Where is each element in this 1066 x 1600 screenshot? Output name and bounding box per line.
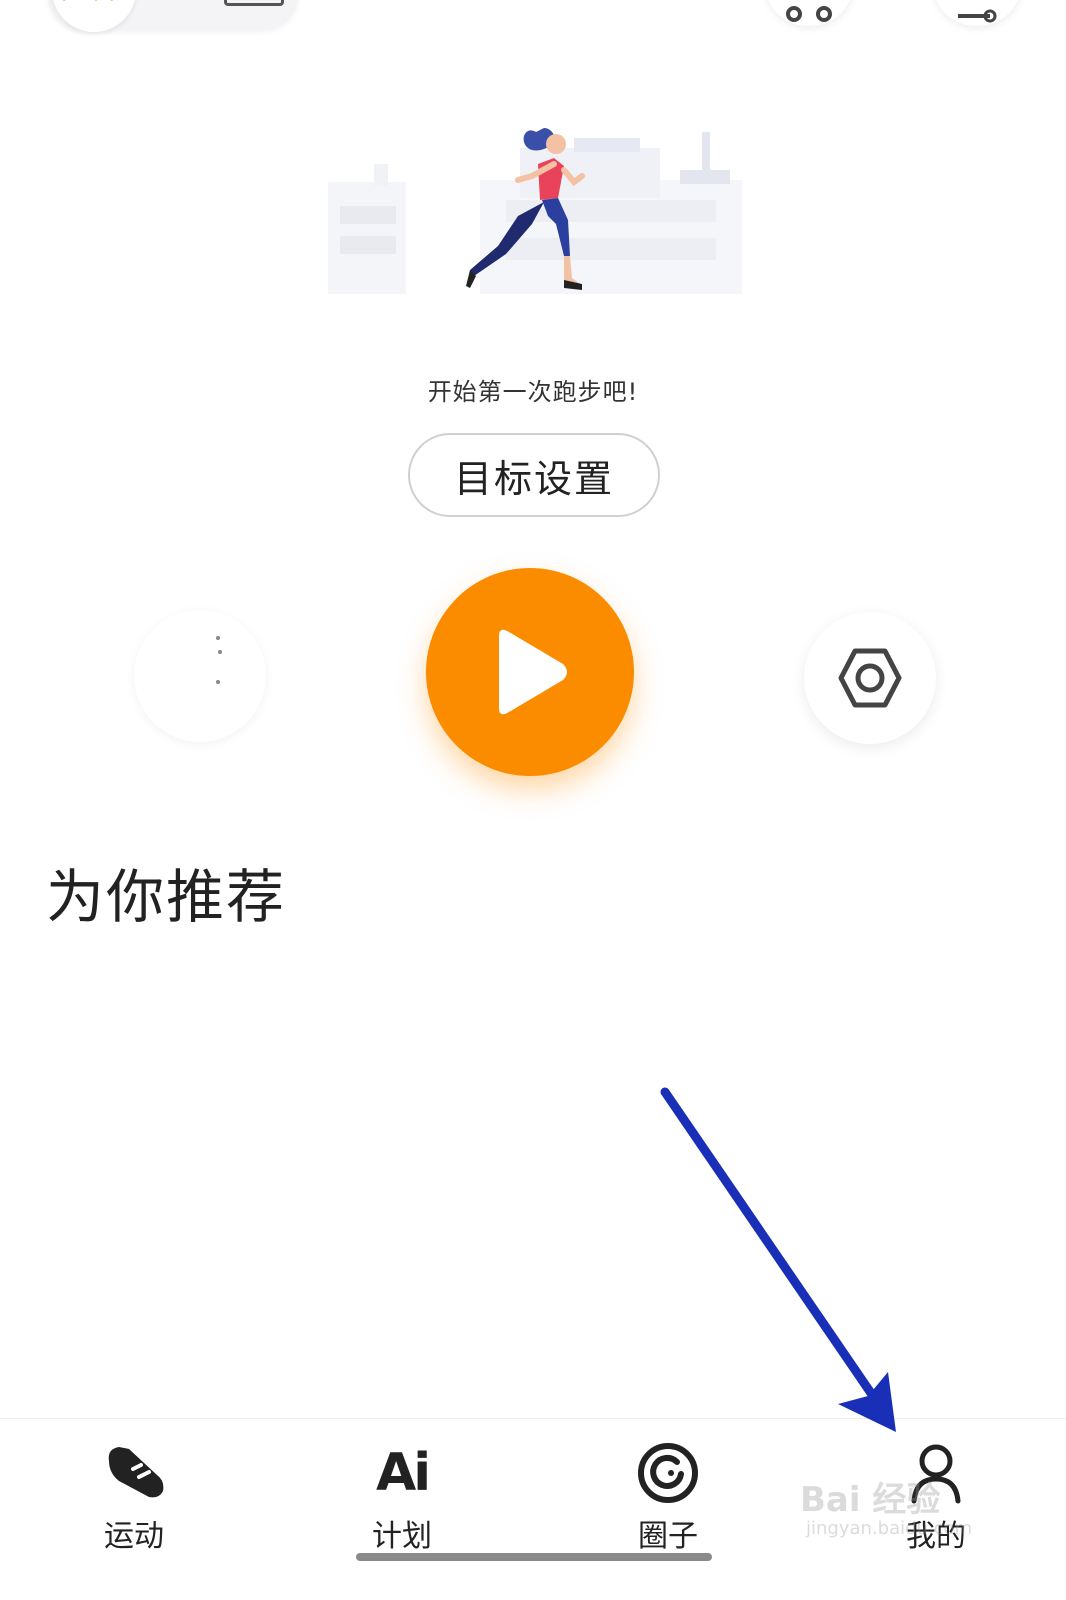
nav-label-sport: 运动 xyxy=(104,1519,164,1554)
watermark-main-text: Bai 经验 xyxy=(800,1480,941,1520)
nav-item-circle[interactable]: 圈子 xyxy=(598,1441,738,1561)
nav-label-plan: 计划 xyxy=(372,1519,432,1554)
watermark-sub-text: jingyan.baidu.com xyxy=(806,1518,973,1539)
play-icon xyxy=(499,629,567,715)
goal-settings-button[interactable]: 目标设置 xyxy=(408,433,660,517)
dot-indicator xyxy=(216,636,220,640)
run-settings-button[interactable] xyxy=(804,612,936,744)
ai-plan-icon: Ai xyxy=(367,1441,437,1505)
glasses-icon[interactable] xyxy=(766,0,852,26)
nav-item-sport[interactable]: 运动 xyxy=(64,1441,204,1561)
first-run-prompt: 开始第一次跑步吧! xyxy=(427,378,639,406)
hexagon-settings-icon xyxy=(838,648,902,708)
nav-item-plan[interactable]: Ai 计划 xyxy=(332,1441,472,1561)
export-icon[interactable] xyxy=(934,0,1020,26)
ai-icon-text: Ai xyxy=(375,1443,431,1503)
running-shoe-icon xyxy=(99,1441,169,1505)
app-logo-icon[interactable] xyxy=(52,0,136,32)
circle-community-icon xyxy=(633,1441,703,1505)
start-run-button[interactable] xyxy=(426,568,634,776)
nav-label-circle: 圈子 xyxy=(638,1519,698,1554)
dot-indicator xyxy=(218,650,222,654)
left-control-button[interactable] xyxy=(134,610,266,742)
dot-indicator xyxy=(216,680,220,684)
home-indicator[interactable] xyxy=(356,1553,712,1561)
recommend-section-title: 为你推荐 xyxy=(46,863,287,931)
runner-illustration xyxy=(320,120,750,310)
baidu-watermark: Bai 经验 jingyan.baidu.com xyxy=(800,1450,1000,1550)
battery-icon xyxy=(224,0,284,6)
